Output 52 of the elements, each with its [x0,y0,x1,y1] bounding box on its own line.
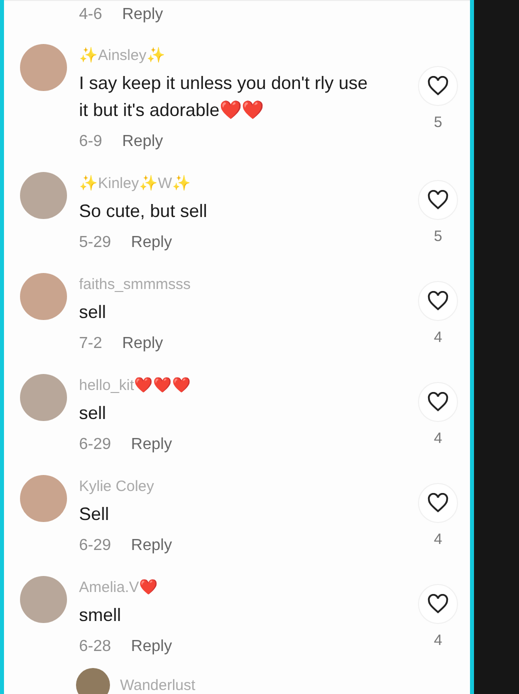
comment-text: sell [79,301,108,324]
like-button[interactable] [418,281,458,321]
heart-icon [427,291,449,311]
like-count: 4 [434,329,442,347]
username: hello_kit❤❤❤ [79,377,192,395]
heart-icon [427,493,449,513]
username: ✨Kinley✨W✨ [79,175,192,193]
heart-icon [427,190,449,210]
comment-text: I say keep it unless you don't rly use it but it's adorable❤❤ [79,72,369,122]
reply-link[interactable]: Reply [122,335,164,353]
comment-date: 7-2 [79,335,102,353]
comment-date: 5-29 [79,234,112,252]
heart-icon [427,76,449,96]
heart-icon [427,392,449,412]
reply-link[interactable]: Reply [122,133,164,151]
avatar[interactable] [20,172,67,219]
username: ✨Ainsley✨ [79,47,166,65]
like-button[interactable] [418,180,458,220]
like-count: 5 [434,114,442,132]
like-button[interactable] [418,66,458,106]
comment-text: So cute, but sell [79,200,208,223]
avatar[interactable] [20,576,67,623]
username: Amelia.V❤ [79,579,160,597]
avatar[interactable] [20,273,67,320]
username: faiths_smmmsss [79,276,192,294]
reply-link[interactable]: Reply [131,537,172,555]
avatar[interactable] [20,44,67,91]
reply-link[interactable]: Reply [122,6,164,23]
comment-date: 6-29 [79,537,112,555]
like-count: 4 [434,531,442,549]
comment-text: sell [79,402,108,425]
like-count: 5 [434,228,442,246]
heart-icon [427,594,449,614]
like-button[interactable] [418,382,458,422]
like-button[interactable] [418,483,458,523]
username: Kylie Coley [79,478,156,496]
comment-text: Sell [79,503,110,526]
avatar[interactable] [20,475,67,522]
reply-link[interactable]: Reply [131,234,172,252]
reply-link[interactable]: Reply [131,638,172,656]
avatar[interactable] [76,668,110,694]
like-count: 4 [434,430,442,448]
comment-date: 6-28 [79,638,112,656]
like-button[interactable] [418,584,458,624]
username: Wanderlust [120,676,196,694]
avatar[interactable] [20,374,67,421]
comment-date: 6-29 [79,436,112,454]
comment-date: 6-9 [79,133,102,151]
like-count: 4 [434,632,442,650]
comment-text: smell [79,604,122,627]
reply-link[interactable]: Reply [131,436,172,454]
comment-date: 4-6 [79,6,102,23]
